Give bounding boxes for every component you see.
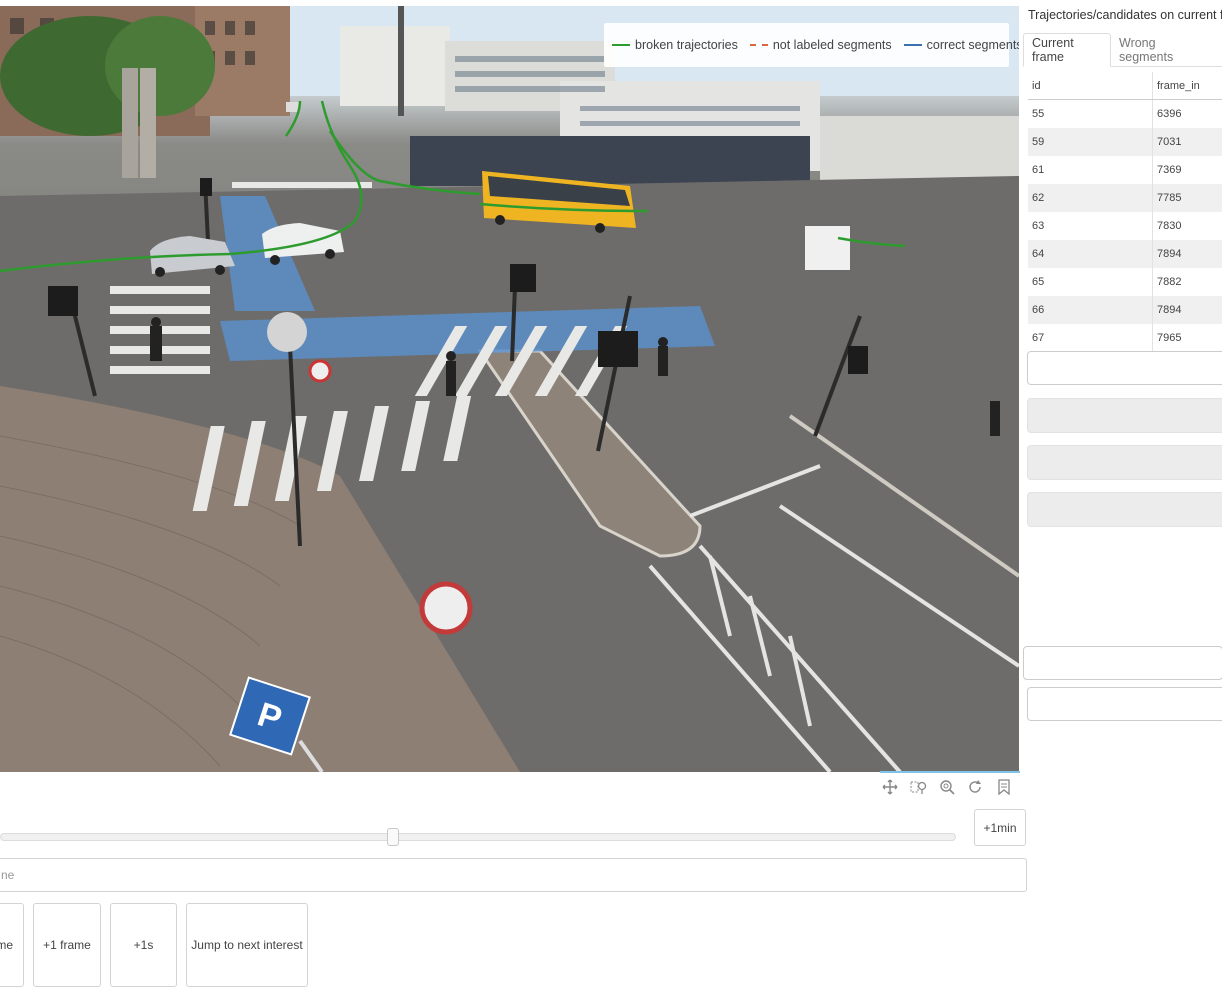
table-row[interactable]: 63 7830 <box>1028 212 1222 240</box>
cell-id: 55 <box>1032 108 1045 120</box>
tab-current-frame[interactable]: Current frame <box>1023 33 1111 67</box>
legend: broken trajectories not labeled segments… <box>604 23 1019 67</box>
app-root: P broken trajectories not labeled segmen… <box>0 0 1222 998</box>
frame-button[interactable]: me <box>0 903 24 987</box>
slider-track[interactable] <box>0 833 956 841</box>
legend-item-not-labeled: not labeled segments <box>749 38 892 52</box>
table-row[interactable]: 67 7965 <box>1028 324 1222 352</box>
table-row[interactable]: 61 7369 <box>1028 156 1222 184</box>
table-body: 55 6396 59 7031 61 7369 62 7785 63 7830 64 7894 65 78… <box>1028 100 1222 352</box>
panel-tabs: Current frame Wrong segments <box>1023 33 1222 67</box>
cell-id: 63 <box>1032 220 1045 232</box>
plus-1min-button[interactable]: +1min <box>974 809 1026 846</box>
plot-toolbar <box>880 771 1020 803</box>
column-header-frame-in[interactable]: frame_in <box>1152 72 1222 99</box>
table-row[interactable]: 59 7031 <box>1028 128 1222 156</box>
legend-swatch-correct <box>903 44 922 46</box>
cell-id: 59 <box>1032 136 1045 148</box>
save-icon[interactable] <box>994 776 1014 798</box>
pan-icon[interactable] <box>880 776 900 798</box>
panel-button-3[interactable] <box>1027 492 1222 527</box>
cell-frame-in: 7785 <box>1152 184 1222 212</box>
box-zoom-icon[interactable] <box>908 776 928 798</box>
table-row[interactable]: 62 7785 <box>1028 184 1222 212</box>
cell-id: 66 <box>1032 304 1045 316</box>
column-header-id[interactable]: id <box>1028 80 1152 92</box>
legend-label-broken: broken trajectories <box>635 38 738 52</box>
panel-button-1[interactable] <box>1027 398 1222 433</box>
cell-id: 65 <box>1032 276 1045 288</box>
cell-id: 67 <box>1032 332 1045 344</box>
cell-frame-in: 7894 <box>1152 240 1222 268</box>
cell-frame-in: 7882 <box>1152 268 1222 296</box>
legend-label-not-labeled: not labeled segments <box>772 38 892 52</box>
legend-label-correct: correct segments <box>926 38 1019 52</box>
wheel-zoom-icon[interactable] <box>937 776 957 798</box>
table-header: id frame_in <box>1028 72 1222 100</box>
cell-frame-in: 7830 <box>1152 212 1222 240</box>
cell-frame-in: 7369 <box>1152 156 1222 184</box>
frame-input[interactable]: ne <box>0 858 1027 892</box>
intersection-scene: P <box>0 6 1019 772</box>
jump-next-interest-button[interactable]: Jump to next interest <box>186 903 308 987</box>
cell-id: 64 <box>1032 248 1045 260</box>
table-row[interactable]: 55 6396 <box>1028 100 1222 128</box>
table-row[interactable]: 64 7894 <box>1028 240 1222 268</box>
plus-1-frame-button[interactable]: +1 frame <box>33 903 101 987</box>
table-row[interactable]: 65 7882 <box>1028 268 1222 296</box>
frame-input-value: ne <box>1 868 15 882</box>
reset-icon[interactable] <box>965 776 985 798</box>
legend-swatch-not-labeled <box>749 44 768 46</box>
frame-slider[interactable] <box>0 828 958 846</box>
cell-frame-in: 7894 <box>1152 296 1222 324</box>
video-frame[interactable]: P broken trajectories not labeled segmen… <box>0 6 1019 772</box>
legend-item-correct: correct segments <box>903 38 1019 52</box>
trajectories-table: id frame_in 55 6396 59 7031 61 7369 62 7785 63 78… <box>1028 72 1222 352</box>
cell-id: 62 <box>1032 192 1045 204</box>
panel-input-1[interactable] <box>1027 351 1222 385</box>
cell-frame-in: 7031 <box>1152 128 1222 156</box>
legend-swatch-broken <box>612 44 630 46</box>
panel-input-2[interactable] <box>1023 646 1222 680</box>
panel-button-2[interactable] <box>1027 445 1222 480</box>
legend-item-broken: broken trajectories <box>612 38 738 52</box>
plus-1s-button[interactable]: +1s <box>110 903 177 987</box>
panel-title: Trajectories/candidates on current fran <box>1028 8 1222 22</box>
slider-handle[interactable] <box>387 828 399 846</box>
table-row[interactable]: 66 7894 <box>1028 296 1222 324</box>
cell-frame-in: 7965 <box>1152 324 1222 352</box>
cell-id: 61 <box>1032 164 1045 176</box>
cell-frame-in: 6396 <box>1152 100 1222 128</box>
tab-wrong-segments[interactable]: Wrong segments <box>1111 33 1215 67</box>
panel-input-3[interactable] <box>1027 687 1222 721</box>
